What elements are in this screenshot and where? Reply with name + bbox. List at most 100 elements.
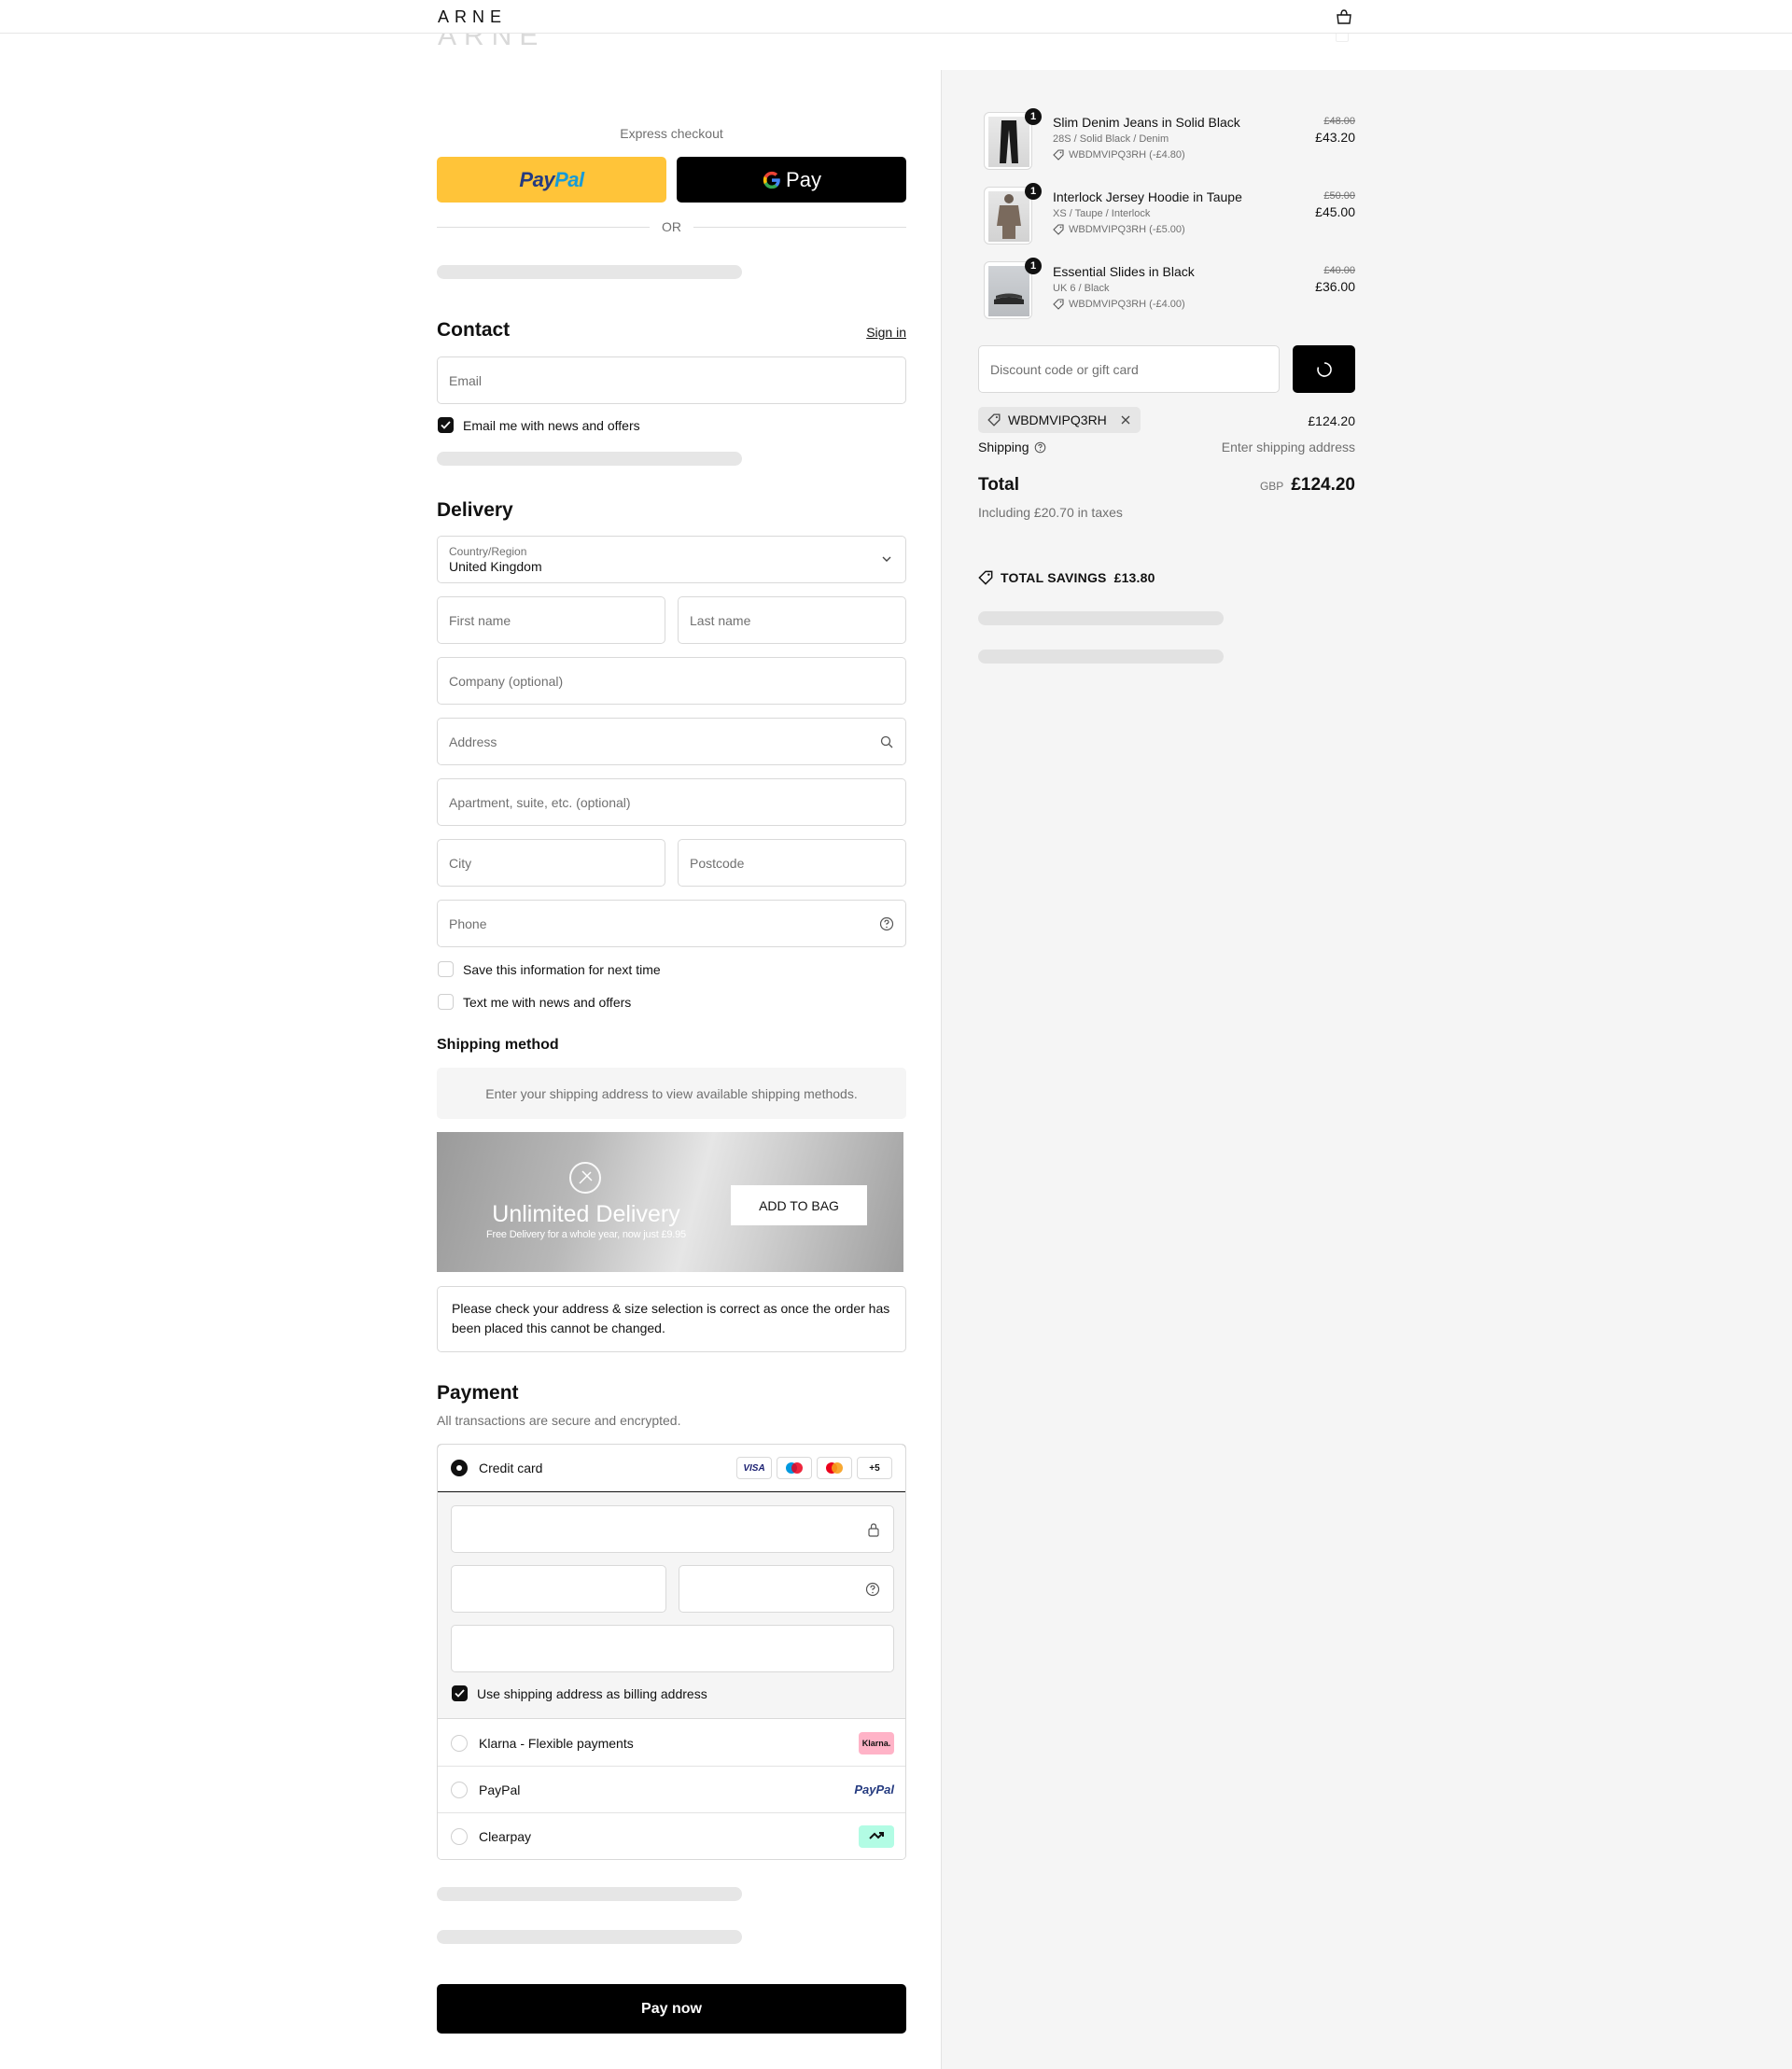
add-to-bag-button[interactable]: ADD TO BAG <box>731 1185 867 1225</box>
help-circle-icon[interactable] <box>865 1582 880 1597</box>
email-news-checkbox[interactable]: Email me with news and offers <box>438 417 640 433</box>
contact-title: Contact <box>437 319 511 341</box>
radio-selected-icon[interactable] <box>451 1460 468 1476</box>
tag-icon <box>1053 149 1064 161</box>
total-amount: GBP £124.20 <box>1260 475 1355 496</box>
tag-icon <box>987 413 1001 426</box>
save-info-checkbox[interactable]: Save this information for next time <box>438 961 661 977</box>
postcode-field[interactable]: Postcode <box>678 839 906 887</box>
total-label: Total <box>978 475 1019 495</box>
product-discount: WBDMVIPQ3RH (-£4.80) <box>1053 149 1185 161</box>
credit-card-option[interactable]: Credit card VISA +5 <box>438 1445 905 1492</box>
text-news-checkbox[interactable]: Text me with news and offers <box>438 994 631 1010</box>
product-discount: WBDMVIPQ3RH (-£4.00) <box>1053 299 1185 310</box>
address-notice: Please check your address & size selecti… <box>437 1286 906 1352</box>
card-number-field[interactable] <box>451 1505 894 1553</box>
country-select[interactable]: Country/Region United Kingdom <box>437 536 906 583</box>
paypal-badge: PayPal <box>854 1782 894 1796</box>
quantity-badge: 1 <box>1025 183 1042 200</box>
first-name-field[interactable]: First name <box>437 596 665 644</box>
expiry-date-field[interactable] <box>451 1565 666 1613</box>
help-circle-icon[interactable] <box>879 916 894 931</box>
applied-discount-tag: WBDMVIPQ3RH <box>978 407 1141 433</box>
radio-unselected-icon[interactable] <box>451 1781 468 1798</box>
or-divider: OR <box>437 219 906 234</box>
credit-card-label: Credit card <box>479 1461 543 1475</box>
loading-placeholder <box>437 452 742 466</box>
cart-item: 1 Slim Denim Jeans in Solid Black 28S / … <box>978 108 1355 174</box>
billing-address-checkbox[interactable]: Use shipping address as billing address <box>452 1685 707 1701</box>
last-name-placeholder: Last name <box>690 612 751 628</box>
security-code-field[interactable] <box>679 1565 894 1613</box>
shipping-value: Enter shipping address <box>1221 440 1355 454</box>
card-logos: VISA +5 <box>736 1457 892 1479</box>
close-icon[interactable] <box>1120 414 1131 426</box>
product-discount: WBDMVIPQ3RH (-£5.00) <box>1053 224 1185 235</box>
name-on-card-field[interactable] <box>451 1625 894 1672</box>
apartment-field[interactable]: Apartment, suite, etc. (optional) <box>437 778 906 826</box>
country-label: Country/Region <box>449 544 527 558</box>
shipping-method-info: Enter your shipping address to view avai… <box>437 1068 906 1119</box>
discount-placeholder: Discount code or gift card <box>990 361 1139 377</box>
loading-spinner-icon <box>1316 361 1332 377</box>
shipping-label: Shipping <box>978 440 1029 454</box>
help-circle-icon[interactable] <box>1034 441 1046 454</box>
total-savings: TOTAL SAVINGS £13.80 <box>978 570 1155 585</box>
klarna-label: Klarna - Flexible payments <box>479 1735 634 1751</box>
address-field[interactable]: Address <box>437 718 906 765</box>
maestro-icon <box>777 1457 812 1479</box>
checkbox-checked-icon[interactable] <box>452 1685 468 1701</box>
save-info-label: Save this information for next time <box>463 961 661 977</box>
cart-item: 1 Essential Slides in Black UK 6 / Black… <box>978 258 1355 323</box>
google-pay-button[interactable]: Pay <box>677 157 906 203</box>
checkbox-unchecked-icon[interactable] <box>438 994 454 1010</box>
klarna-option[interactable]: Klarna - Flexible payments Klarna. <box>438 1720 905 1767</box>
paypal-label: PayPal <box>479 1782 521 1797</box>
email-placeholder: Email <box>449 372 483 388</box>
delivery-title: Delivery <box>437 499 513 521</box>
shipping-row-label: Shipping <box>978 440 1046 454</box>
clearpay-option[interactable]: Clearpay <box>438 1813 905 1859</box>
radio-unselected-icon[interactable] <box>451 1828 468 1845</box>
paypal-logo: PayPal <box>519 167 584 191</box>
discount-text: WBDMVIPQ3RH (-£4.80) <box>1069 149 1185 161</box>
first-name-placeholder: First name <box>449 612 511 628</box>
discount-code-field[interactable]: Discount code or gift card <box>978 345 1280 393</box>
email-field[interactable]: Email <box>437 356 906 404</box>
pay-now-button[interactable]: Pay now <box>437 1984 906 2034</box>
item-price: £36.00 <box>1315 279 1355 294</box>
taxes-text: Including £20.70 in taxes <box>978 505 1123 520</box>
address-placeholder: Address <box>449 734 497 749</box>
checkbox-unchecked-icon[interactable] <box>438 961 454 977</box>
discount-text: WBDMVIPQ3RH (-£4.00) <box>1069 299 1185 310</box>
original-price: £50.00 <box>1323 190 1355 202</box>
phone-field[interactable]: Phone <box>437 900 906 947</box>
text-news-label: Text me with news and offers <box>463 994 632 1010</box>
chevron-down-icon <box>882 556 891 562</box>
apply-discount-button[interactable] <box>1293 345 1355 393</box>
logo[interactable]: ARNE <box>438 7 507 27</box>
sign-in-link[interactable]: Sign in <box>866 325 906 340</box>
bag-icon[interactable] <box>1336 9 1352 24</box>
total-value: £124.20 <box>1291 475 1355 495</box>
company-field[interactable]: Company (optional) <box>437 657 906 705</box>
paypal-express-button[interactable]: PayPal <box>437 157 666 203</box>
radio-unselected-icon[interactable] <box>451 1734 468 1752</box>
savings-label: TOTAL SAVINGS <box>1001 570 1107 585</box>
checkbox-checked-icon[interactable] <box>438 417 454 433</box>
site-header: ARNE <box>0 0 1792 34</box>
shipping-method-title: Shipping method <box>437 1037 559 1053</box>
item-price: £45.00 <box>1315 204 1355 219</box>
original-price: £48.00 <box>1323 116 1355 127</box>
last-name-field[interactable]: Last name <box>678 596 906 644</box>
express-checkout-title: Express checkout <box>620 126 723 141</box>
city-field[interactable]: City <box>437 839 665 887</box>
google-pay-label: Pay <box>786 167 821 191</box>
clearpay-label: Clearpay <box>479 1829 532 1844</box>
quantity-badge: 1 <box>1025 108 1042 125</box>
paypal-option[interactable]: PayPal PayPal <box>438 1767 905 1813</box>
card-details-area: Use shipping address as billing address <box>438 1492 905 1719</box>
product-name: Slim Denim Jeans in Solid Black <box>1053 115 1240 130</box>
payment-description: All transactions are secure and encrypte… <box>437 1413 681 1428</box>
country-value: United Kingdom <box>449 558 542 574</box>
